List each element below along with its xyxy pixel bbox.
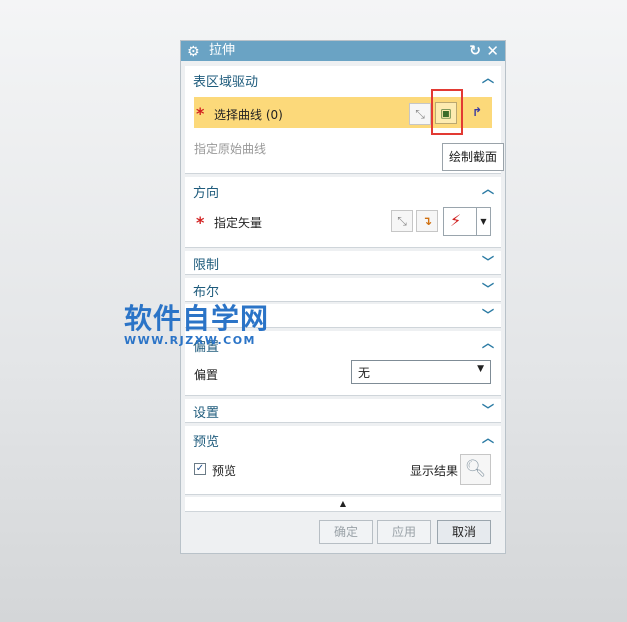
dropdown-arrow-icon[interactable]: ▼ <box>476 208 490 235</box>
dialog-titlebar: ⚙ 拉伸 ↻ ✕ <box>181 41 505 61</box>
section-header[interactable]: 布尔 ﹀ <box>185 278 501 304</box>
chevron-down-icon[interactable]: ﹀ <box>481 306 495 322</box>
preview-checkbox[interactable]: ✓ <box>194 463 206 475</box>
section-preview: 预览 ︿ <box>185 426 501 495</box>
apply-button[interactable]: 应用 <box>377 520 431 544</box>
section-header[interactable]: 预览 ︿ <box>185 426 501 452</box>
chevron-up-icon[interactable]: ︿ <box>481 180 495 196</box>
select-curve-label: 选择曲线 (0) <box>214 108 283 122</box>
required-asterisk-icon: * <box>196 104 205 123</box>
chevron-up-icon[interactable]: ︿ <box>481 334 495 350</box>
section-title: 表区域驱动 <box>193 75 259 90</box>
chevron-up-icon[interactable]: ︿ <box>481 429 495 445</box>
tooltip: 绘制截面 <box>442 143 504 171</box>
specify-original-curve-label: 指定原始曲线 <box>194 142 267 156</box>
watermark-url: WWW.RJZXW.COM <box>124 334 256 347</box>
vector-icon: ⚡ <box>450 211 462 230</box>
section-title: 布尔 <box>193 285 220 300</box>
chevron-down-icon[interactable]: ﹀ <box>481 401 495 417</box>
deselect-icon[interactable]: ⤡ <box>409 103 431 125</box>
more-options-bar[interactable]: ▲ <box>185 497 501 512</box>
section-title: 方向 <box>193 186 220 201</box>
show-result-button[interactable]: 🔍︎ <box>460 454 491 485</box>
specify-vector-label: 指定矢量 <box>214 216 263 230</box>
close-icon[interactable]: ✕ <box>486 41 499 61</box>
offset-label: 偏置 <box>194 368 219 382</box>
section-title: 预览 <box>193 435 220 450</box>
section-title: 设置 <box>193 406 220 421</box>
section-header[interactable]: 方向 ︿ <box>185 177 501 203</box>
section-header[interactable]: 设置 ﹀ <box>185 399 501 425</box>
chevron-down-icon[interactable]: ﹀ <box>481 253 495 269</box>
section-settings: 设置 ﹀ <box>185 399 501 423</box>
ok-button[interactable]: 确定 <box>319 520 373 544</box>
required-asterisk-icon: * <box>196 213 205 232</box>
section-title: 限制 <box>193 258 220 273</box>
reset-icon[interactable]: ↻ <box>469 41 481 61</box>
curve-icon[interactable]: ↱ <box>466 102 488 124</box>
section-boolean: 布尔 ﹀ <box>185 278 501 302</box>
dropdown-arrow-icon: ▼ <box>477 364 484 374</box>
section-limits: 限制 ﹀ <box>185 251 501 275</box>
gear-icon[interactable]: ⚙ <box>187 42 200 62</box>
watermark-title: 软件自学网 <box>124 302 270 335</box>
dialog-title: 拉伸 <box>209 43 236 58</box>
cancel-button[interactable]: 取消 <box>437 520 491 544</box>
deselect-icon[interactable]: ⤡ <box>391 210 413 232</box>
show-result-label: 显示结果 <box>410 464 459 478</box>
highlight-box <box>431 89 463 135</box>
section-header[interactable]: 限制 ﹀ <box>185 251 501 277</box>
watermark: 软件自学网 WWW.RJZXW.COM <box>124 302 270 348</box>
preview-label: 预览 <box>212 464 237 478</box>
offset-select[interactable]: 无 ▼ <box>351 360 491 384</box>
reverse-direction-icon[interactable]: ↴ <box>416 210 438 232</box>
vector-dialog-button[interactable]: ⚡ ▼ <box>443 207 491 236</box>
offset-select-value: 无 <box>358 366 371 380</box>
chevron-down-icon[interactable]: ﹀ <box>481 280 495 296</box>
magnifier-icon: 🔍︎ <box>464 459 487 479</box>
chevron-up-icon[interactable]: ︿ <box>481 69 495 85</box>
